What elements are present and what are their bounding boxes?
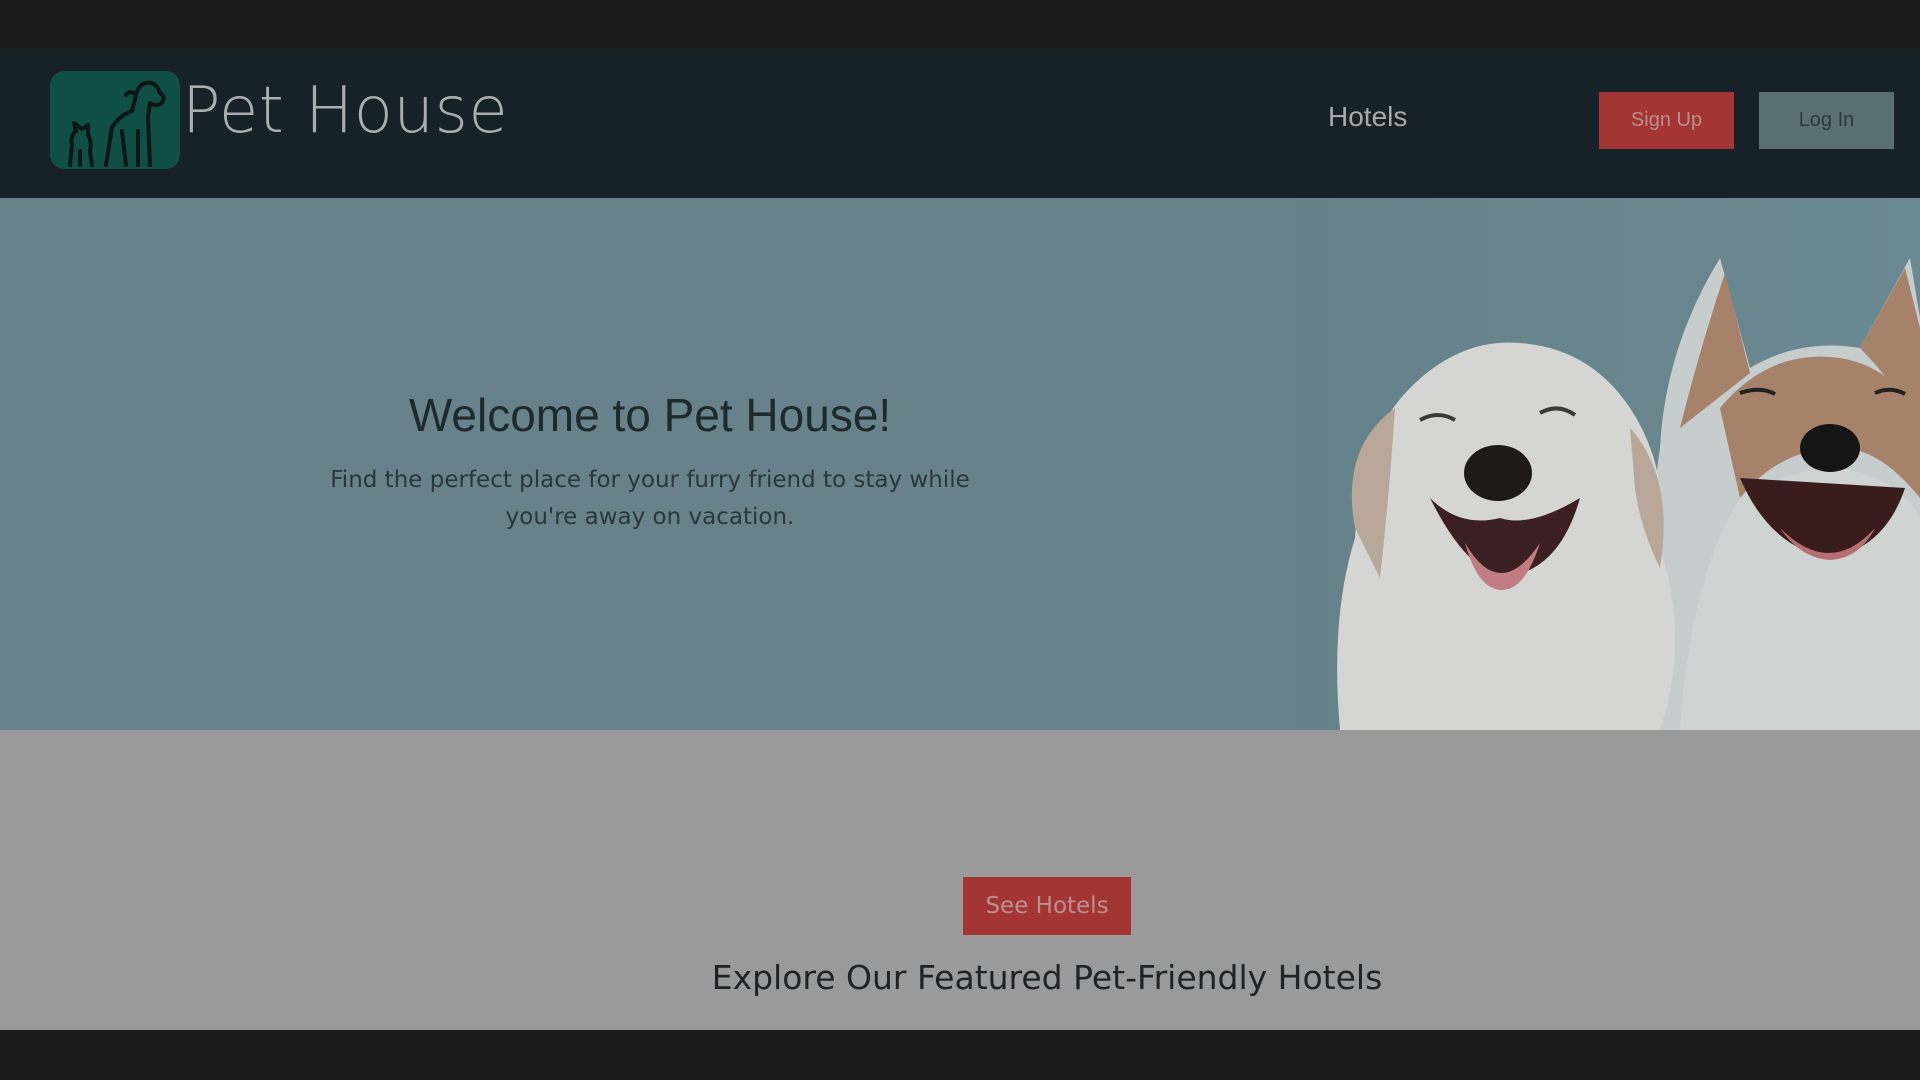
hero-text: Welcome to Pet House! Find the perfect p… (250, 388, 1050, 536)
bottom-letterbox (0, 1030, 1920, 1080)
smiling-dogs-photo (1300, 198, 1920, 730)
dog-and-cat-icon (68, 80, 166, 167)
see-hotels-button[interactable]: See Hotels (963, 877, 1131, 935)
hero-title: Welcome to Pet House! (408, 389, 892, 441)
hero-section: Welcome to Pet House! Find the perfect p… (0, 198, 1920, 730)
navbar: Pet House Hotels Sign Up Log In (0, 49, 1920, 198)
top-letterbox (0, 0, 1920, 49)
brand-name[interactable]: Pet House (182, 79, 508, 143)
signup-button[interactable]: Sign Up (1599, 92, 1734, 149)
nav-link-hotels[interactable]: Hotels (1328, 101, 1407, 133)
featured-section: See Hotels Explore Our Featured Pet-Frie… (0, 730, 1920, 1030)
featured-heading: Explore Our Featured Pet-Friendly Hotels (711, 958, 1383, 997)
logo[interactable] (50, 71, 180, 169)
login-button[interactable]: Log In (1759, 92, 1894, 149)
hero-subtitle: Find the perfect place for your furry fr… (330, 467, 970, 530)
